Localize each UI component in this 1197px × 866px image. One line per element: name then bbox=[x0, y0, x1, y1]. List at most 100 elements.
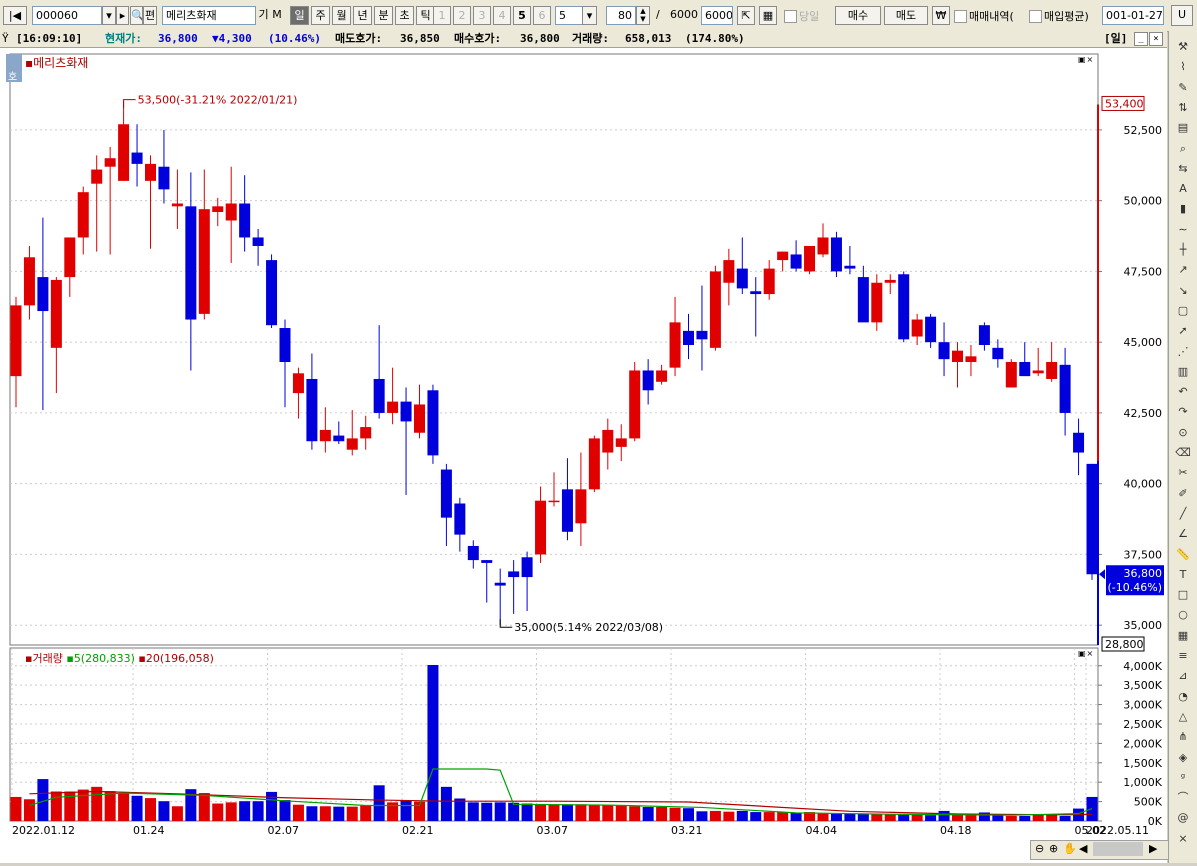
angle-icon[interactable]: ∠ bbox=[1173, 524, 1193, 544]
search-chart-icon[interactable]: ⌕ bbox=[1173, 139, 1193, 159]
hand-icon[interactable]: ✋ bbox=[1063, 842, 1077, 855]
next-icon[interactable]: ▸ bbox=[116, 6, 129, 25]
price-panel-controls[interactable]: ▣× bbox=[1078, 55, 1098, 65]
save-icon[interactable]: ▦ bbox=[759, 6, 777, 25]
candle-icon[interactable]: ┼ bbox=[1173, 240, 1193, 260]
cut-icon[interactable]: ✂ bbox=[1173, 463, 1193, 483]
candle-body bbox=[440, 469, 452, 518]
volume-bar bbox=[817, 813, 829, 821]
vol-panel-controls[interactable]: ▣× bbox=[1078, 649, 1098, 659]
magnifier-icon[interactable]: ⊙ bbox=[1173, 423, 1193, 443]
interval-5-button[interactable]: 5 bbox=[513, 6, 531, 25]
arrow-icon[interactable]: ➚ bbox=[1173, 321, 1193, 341]
period-4-button[interactable]: 분 bbox=[374, 6, 393, 25]
cross-icon[interactable]: ⨯ bbox=[1173, 829, 1193, 849]
candle-body bbox=[1073, 432, 1085, 453]
spiral-icon[interactable]: @ bbox=[1173, 808, 1193, 828]
candle-body bbox=[225, 203, 237, 221]
gann-icon[interactable]: ⊿ bbox=[1173, 666, 1193, 686]
curve-icon[interactable]: ⌒ bbox=[1173, 788, 1193, 808]
pin-icon[interactable]: Ÿ bbox=[2, 31, 9, 47]
undo-icon[interactable]: ↶ bbox=[1173, 382, 1193, 402]
zigzag-icon[interactable]: ᵍ bbox=[1173, 768, 1193, 788]
eraser-icon[interactable]: ⌫ bbox=[1173, 443, 1193, 463]
line-draw-icon[interactable]: ╱ bbox=[1173, 504, 1193, 524]
line-icon[interactable]: ∼ bbox=[1173, 220, 1193, 240]
volume-bar bbox=[857, 814, 869, 821]
today-checkbox[interactable] bbox=[784, 10, 797, 23]
circle-icon[interactable]: ○ bbox=[1173, 605, 1193, 625]
chart-title: ▪메리츠화재 bbox=[25, 56, 89, 70]
trade-history-checkbox[interactable] bbox=[954, 10, 967, 23]
candle-body bbox=[777, 251, 789, 261]
period-2-button[interactable]: 월 bbox=[332, 6, 351, 25]
zoom-in-icon[interactable]: ⊕ bbox=[1049, 842, 1058, 855]
price-icon[interactable]: ⇅ bbox=[1173, 98, 1193, 118]
period-3-button[interactable]: 년 bbox=[353, 6, 372, 25]
pen-icon[interactable]: ✎ bbox=[1173, 78, 1193, 98]
first-icon[interactable]: |◀ bbox=[3, 6, 27, 25]
tool-icon[interactable]: ⚒ bbox=[1173, 37, 1193, 57]
hist-icon[interactable]: ▥ bbox=[1173, 362, 1193, 382]
grid-icon[interactable]: ▦ bbox=[1173, 626, 1193, 646]
code-dropdown-icon[interactable]: ▾ bbox=[102, 6, 116, 25]
minute-select[interactable]: 5 bbox=[555, 6, 583, 25]
candle-body bbox=[857, 277, 869, 323]
sell-button[interactable]: 매도 bbox=[884, 6, 928, 25]
auto-icon[interactable]: A bbox=[1173, 179, 1193, 199]
price-value: 36,800 bbox=[158, 32, 198, 45]
fall-icon[interactable]: ↘ bbox=[1173, 281, 1193, 301]
line-chart-icon[interactable]: ⌇ bbox=[1173, 57, 1193, 77]
minimize-icon[interactable]: _ bbox=[1134, 32, 1148, 46]
search-icon[interactable]: 🔍 bbox=[130, 6, 143, 25]
volume-tick-label: 4,000K bbox=[1123, 660, 1162, 673]
cycle-icon[interactable]: ◔ bbox=[1173, 687, 1193, 707]
total-input[interactable]: 6000 bbox=[701, 6, 733, 25]
period-1-button[interactable]: 주 bbox=[311, 6, 330, 25]
chart-icon[interactable]: ▤ bbox=[1173, 118, 1193, 138]
volume-bar bbox=[104, 791, 116, 821]
u-button[interactable]: U bbox=[1171, 5, 1193, 26]
period-0-button[interactable]: 일 bbox=[290, 6, 309, 25]
buy-button[interactable]: 매수 bbox=[835, 6, 881, 25]
all-icon[interactable]: ◈ bbox=[1173, 748, 1193, 768]
box-icon[interactable]: ▢ bbox=[1173, 301, 1193, 321]
count-input[interactable]: 80 bbox=[606, 6, 636, 25]
compare-icon[interactable]: ⇆ bbox=[1173, 159, 1193, 179]
interval-6-button[interactable]: 6 bbox=[533, 6, 551, 25]
candle-body bbox=[292, 373, 304, 394]
next-page-icon[interactable]: ▶ bbox=[1149, 842, 1157, 855]
interval-2-button[interactable]: 2 bbox=[453, 6, 471, 25]
scrollbar[interactable] bbox=[1093, 842, 1143, 856]
code-input[interactable]: 000060 bbox=[32, 6, 102, 25]
won-button[interactable]: ₩ bbox=[932, 6, 950, 25]
gi-button[interactable]: 기 bbox=[257, 6, 270, 25]
interval-4-button[interactable]: 4 bbox=[493, 6, 511, 25]
zoom-out-icon[interactable]: ⊖ bbox=[1035, 842, 1044, 855]
chart-svg[interactable]: 52,500 50,000 47,500 45,000 42,500 40,000 37,5… bbox=[0, 48, 1167, 863]
pencil-icon[interactable]: ✐ bbox=[1173, 484, 1193, 504]
export-icon[interactable]: ⇱ bbox=[737, 6, 755, 25]
line-compare-icon[interactable]: ⋰ bbox=[1173, 342, 1193, 362]
interval-1-button[interactable]: 1 bbox=[433, 6, 451, 25]
triangle-icon[interactable]: △ bbox=[1173, 707, 1193, 727]
interval-3-button[interactable]: 3 bbox=[473, 6, 491, 25]
count-stepper[interactable]: ▲ ▼ bbox=[636, 6, 650, 25]
ruler-icon[interactable]: 📏 bbox=[1173, 545, 1193, 565]
prev-page-icon[interactable]: ◀ bbox=[1079, 842, 1087, 855]
date-input[interactable]: 001-01-27 bbox=[1102, 6, 1164, 25]
candle-body bbox=[763, 268, 775, 295]
rect-icon[interactable]: □ bbox=[1173, 585, 1193, 605]
text-icon[interactable]: T bbox=[1173, 565, 1193, 585]
minute-dropdown-icon[interactable]: ▾ bbox=[582, 6, 597, 25]
redo-icon[interactable]: ↷ bbox=[1173, 402, 1193, 422]
rise-icon[interactable]: ↗ bbox=[1173, 260, 1193, 280]
edit-icon[interactable]: 편 bbox=[143, 6, 157, 25]
close-icon[interactable]: × bbox=[1149, 32, 1163, 46]
fib-icon[interactable]: ≡ bbox=[1173, 646, 1193, 666]
m-button[interactable]: M bbox=[270, 6, 284, 25]
avg-price-checkbox[interactable] bbox=[1029, 10, 1042, 23]
period-5-button[interactable]: 초 bbox=[395, 6, 414, 25]
pitchfork-icon[interactable]: ⋔ bbox=[1173, 727, 1193, 747]
bar-icon[interactable]: ▮ bbox=[1173, 199, 1193, 219]
